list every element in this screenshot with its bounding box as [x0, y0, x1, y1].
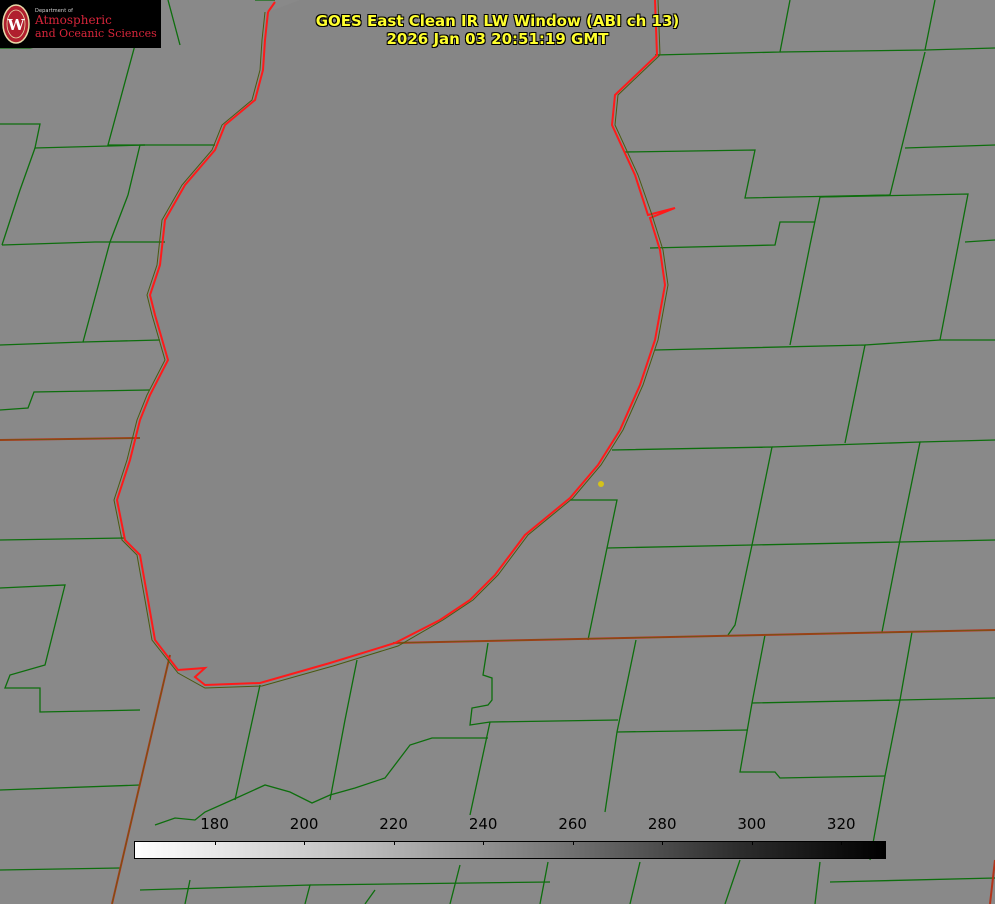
map-overlay	[0, 0, 995, 904]
colorbar-tick-label: 180	[200, 815, 229, 833]
station-marker	[598, 481, 604, 487]
colorbar-tick-label: 300	[737, 815, 767, 833]
colorbar-tick-mark	[304, 841, 306, 845]
colorbar-tick-label: 220	[379, 815, 408, 833]
colorbar-tick-label: 240	[468, 815, 498, 833]
colorbar-tick-label: 280	[647, 815, 677, 833]
satellite-image: W Department of Atmospheric and Oceanic …	[0, 0, 995, 904]
colorbar-tick-mark	[393, 841, 395, 845]
image-timestamp: 2026 Jan 03 20:51:19 GMT	[386, 30, 609, 48]
colorbar-tick-mark	[483, 841, 485, 845]
colorbar-tick-mark	[214, 841, 216, 845]
colorbar-tick-label: 320	[826, 815, 856, 833]
colorbar-tick-mark	[662, 841, 664, 845]
colorbar-tick-label: 260	[558, 815, 587, 833]
colorbar-tick-mark	[751, 841, 753, 845]
colorbar-tick-mark	[841, 841, 843, 845]
lake-michigan	[117, 0, 665, 685]
colorbar-tick-label: 200	[289, 815, 319, 833]
colorbar-tick-mark	[572, 841, 574, 845]
image-title: GOES East Clean IR LW Window (ABI ch 13)	[315, 12, 680, 30]
temperature-colorbar	[134, 841, 886, 859]
